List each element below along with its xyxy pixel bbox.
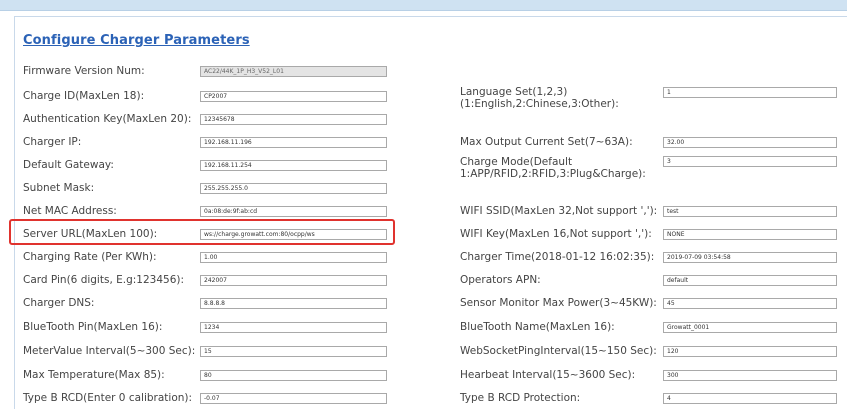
page-title[interactable]: Configure Charger Parameters <box>23 33 250 48</box>
wifi-key-input[interactable]: NONE <box>663 229 837 240</box>
charger-dns-input[interactable]: 8.8.8.8 <box>200 298 387 309</box>
charge-id-input[interactable]: CP2007 <box>200 91 387 102</box>
label-metervalue-interval: MeterValue Interval(5~300 Sec): <box>23 345 196 357</box>
bluetooth-name-input[interactable]: Growatt_0001 <box>663 322 837 333</box>
type-b-rcd-protection-input[interactable]: 4 <box>663 393 837 404</box>
label-charger-time: Charger Time(2018-01-12 16:02:35): <box>460 251 655 263</box>
card-pin-input[interactable]: 242007 <box>200 275 387 286</box>
bluetooth-pin-input[interactable]: 1234 <box>200 322 387 333</box>
label-charger-ip: Charger IP: <box>23 136 82 148</box>
label-net-mac-address: Net MAC Address: <box>23 205 117 217</box>
label-card-pin: Card Pin(6 digits, E.g:123456): <box>23 274 185 286</box>
charger-ip-input[interactable]: 192.168.11.196 <box>200 137 387 148</box>
language-set-input[interactable]: 1 <box>663 87 837 98</box>
authentication-key-input[interactable]: 12345678 <box>200 114 387 125</box>
heartbeat-interval-input[interactable]: 300 <box>663 370 837 381</box>
label-websocket-ping-interval: WebSocketPingInterval(15~150 Sec): <box>460 345 657 357</box>
label-firmware-version: Firmware Version Num: <box>23 65 145 77</box>
type-b-rcd-input[interactable]: -0.07 <box>200 393 387 404</box>
label-wifi-ssid: WIFI SSID(MaxLen 32,Not support ','): <box>460 205 658 217</box>
label-charge-id: Charge ID(MaxLen 18): <box>23 90 145 102</box>
max-temperature-input[interactable]: 80 <box>200 370 387 381</box>
label-wifi-key: WIFI Key(MaxLen 16,Not support ','): <box>460 228 652 240</box>
websocket-ping-interval-input[interactable]: 120 <box>663 346 837 357</box>
label-max-temperature: Max Temperature(Max 85): <box>23 369 165 381</box>
operators-apn-input[interactable]: default <box>663 275 837 286</box>
label-language-set: Language Set(1,2,3) (1:English,2:Chinese… <box>460 86 619 110</box>
wifi-ssid-input[interactable]: test <box>663 206 837 217</box>
max-output-current-input[interactable]: 32.00 <box>663 137 837 148</box>
label-charge-mode: Charge Mode(Default 1:APP/RFID,2:RFID,3:… <box>460 156 646 180</box>
default-gateway-input[interactable]: 192.168.11.254 <box>200 160 387 171</box>
charging-rate-input[interactable]: 1.00 <box>200 252 387 263</box>
label-subnet-mask: Subnet Mask: <box>23 182 95 194</box>
label-charging-rate: Charging Rate (Per KWh): <box>23 251 157 263</box>
label-default-gateway: Default Gateway: <box>23 159 114 171</box>
subnet-mask-input[interactable]: 255.255.255.0 <box>200 183 387 194</box>
label-charger-dns: Charger DNS: <box>23 297 95 309</box>
label-bluetooth-pin: BlueTooth Pin(MaxLen 16): <box>23 321 163 333</box>
label-type-b-rcd-protection: Type B RCD Protection: <box>460 392 581 404</box>
label-operators-apn: Operators APN: <box>460 274 541 286</box>
label-sensor-monitor-max-power: Sensor Monitor Max Power(3~45KW): <box>460 297 657 309</box>
charge-mode-input[interactable]: 3 <box>663 156 837 167</box>
label-heartbeat-interval: Hearbeat Interval(15~3600 Sec): <box>460 369 636 381</box>
label-type-b-rcd: Type B RCD(Enter 0 calibration): <box>23 392 193 404</box>
label-bluetooth-name: BlueTooth Name(MaxLen 16): <box>460 321 615 333</box>
sensor-monitor-max-power-input[interactable]: 45 <box>663 298 837 309</box>
charger-time-input[interactable]: 2019-07-09 03:54:58 <box>663 252 837 263</box>
net-mac-address-input[interactable]: 0a:08:de:9f:ab:cd <box>200 206 387 217</box>
label-authentication-key: Authentication Key(MaxLen 20): <box>23 113 192 125</box>
firmware-version-field: AC22/44K_1P_H3_V52_L01 <box>200 66 387 77</box>
server-url-highlight <box>9 219 395 245</box>
label-max-output-current: Max Output Current Set(7~63A): <box>460 136 633 148</box>
top-bar <box>0 0 847 11</box>
metervalue-interval-input[interactable]: 15 <box>200 346 387 357</box>
